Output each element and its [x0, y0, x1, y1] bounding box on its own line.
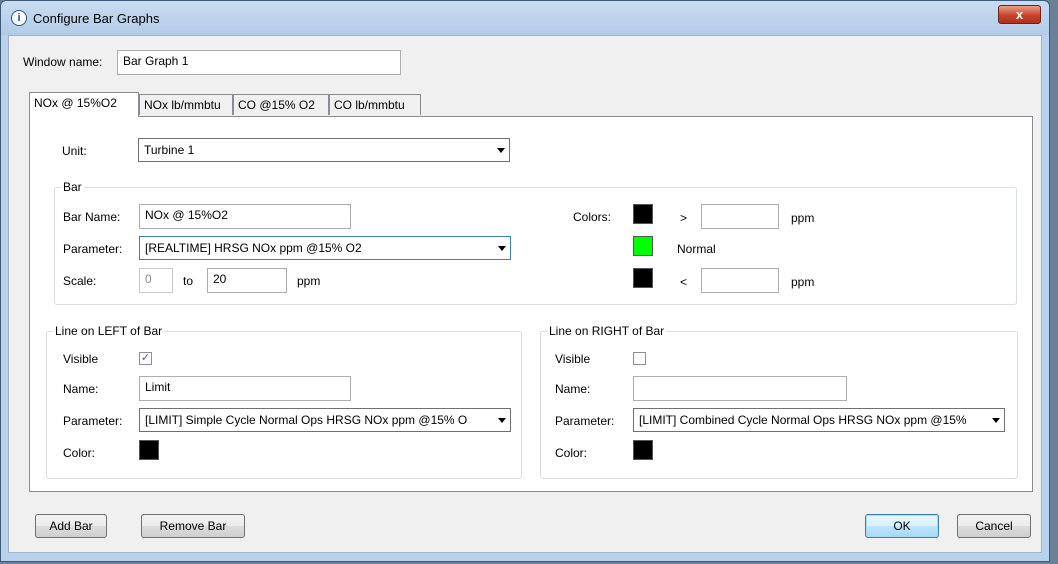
- chevron-down-icon: [498, 418, 506, 423]
- unit-label: Unit:: [62, 144, 87, 158]
- left-visible-label: Visible: [63, 352, 99, 366]
- unit-select[interactable]: Turbine 1: [138, 138, 510, 162]
- title-bar[interactable]: i Configure Bar Graphs x: [1, 1, 1049, 35]
- right-color-label: Color:: [555, 446, 588, 460]
- ok-button[interactable]: OK: [865, 514, 939, 538]
- scale-min-input[interactable]: 0: [139, 268, 173, 293]
- bar-name-input[interactable]: NOx @ 15%O2: [139, 204, 351, 229]
- right-visible-label: Visible: [555, 352, 591, 366]
- left-parameter-select[interactable]: [LIMIT] Simple Cycle Normal Ops HRSG NOx…: [139, 408, 511, 432]
- left-visible-checkbox[interactable]: ✓: [139, 352, 152, 365]
- chevron-down-icon: [497, 148, 505, 153]
- right-visible-checkbox[interactable]: [633, 352, 646, 365]
- right-name-input[interactable]: [633, 376, 847, 401]
- right-name-label: Name:: [555, 382, 591, 396]
- above-unit-label: ppm: [791, 211, 815, 225]
- left-color-label: Color:: [63, 446, 96, 460]
- tab-panel: Unit: Turbine 1 Bar Bar Name: NOx @ 15%O…: [29, 116, 1033, 492]
- right-line-group-title: Line on RIGHT of Bar: [547, 324, 667, 338]
- left-parameter-value: [LIMIT] Simple Cycle Normal Ops HRSG NOx…: [145, 413, 468, 427]
- right-parameter-label: Parameter:: [555, 414, 615, 428]
- right-parameter-value: [LIMIT] Combined Cycle Normal Ops HRSG N…: [639, 413, 967, 427]
- left-line-group-title: Line on LEFT of Bar: [53, 324, 165, 338]
- bar-group: Bar Bar Name: NOx @ 15%O2 Parameter: [RE…: [54, 180, 1017, 305]
- window-name-input[interactable]: Bar Graph 1: [117, 50, 401, 75]
- tab-co-15-o2[interactable]: CO @15% O2: [233, 94, 329, 115]
- bar-group-title: Bar: [61, 180, 84, 194]
- chevron-down-icon: [498, 246, 506, 251]
- tab-nox-lb-mmbtu[interactable]: NOx lb/mmbtu: [139, 94, 233, 115]
- scale-max-input[interactable]: 20: [207, 268, 287, 293]
- configure-bar-graphs-window: i Configure Bar Graphs x Window name: Ba…: [0, 0, 1050, 562]
- app-icon: i: [11, 10, 27, 26]
- right-parameter-select[interactable]: [LIMIT] Combined Cycle Normal Ops HRSG N…: [633, 408, 1005, 432]
- window-name-label: Window name:: [23, 55, 103, 69]
- above-threshold-input[interactable]: [701, 204, 779, 229]
- bar-parameter-select[interactable]: [REALTIME] HRSG NOx ppm @15% O2: [139, 236, 511, 260]
- above-color-swatch[interactable]: [633, 204, 653, 224]
- below-symbol: <: [680, 275, 688, 289]
- right-line-group: Line on RIGHT of Bar Visible Name: Param…: [540, 324, 1018, 479]
- window-title: Configure Bar Graphs: [33, 11, 160, 26]
- below-threshold-input[interactable]: [701, 268, 779, 293]
- unit-select-value: Turbine 1: [144, 143, 195, 157]
- tab-co-lb-mmbtu[interactable]: CO lb/mmbtu: [329, 94, 421, 115]
- scale-unit-label: ppm: [297, 274, 321, 288]
- normal-color-swatch[interactable]: [633, 236, 653, 256]
- scale-label: Scale:: [63, 274, 97, 288]
- remove-bar-button[interactable]: Remove Bar: [141, 514, 245, 538]
- scale-to-label: to: [183, 274, 194, 288]
- below-color-swatch[interactable]: [633, 268, 653, 288]
- left-name-input[interactable]: Limit: [139, 376, 351, 401]
- dialog-client-area: Window name: Bar Graph 1 NOx @ 15%O2 NOx…: [8, 35, 1042, 553]
- bar-parameter-value: [REALTIME] HRSG NOx ppm @15% O2: [145, 241, 362, 255]
- bar-name-label: Bar Name:: [63, 210, 121, 224]
- normal-label: Normal: [677, 242, 716, 256]
- above-symbol: >: [680, 211, 688, 225]
- bar-parameter-label: Parameter:: [63, 242, 123, 256]
- left-line-group: Line on LEFT of Bar Visible ✓ Name: Limi…: [46, 324, 522, 479]
- left-name-label: Name:: [63, 382, 99, 396]
- close-button[interactable]: x: [998, 5, 1041, 24]
- right-color-swatch[interactable]: [633, 440, 653, 460]
- add-bar-button[interactable]: Add Bar: [35, 514, 107, 538]
- chevron-down-icon: [992, 418, 1000, 423]
- cancel-button[interactable]: Cancel: [957, 514, 1031, 538]
- tab-nox-15-o2[interactable]: NOx @ 15%O2: [29, 92, 139, 117]
- left-color-swatch[interactable]: [139, 440, 159, 460]
- colors-label: Colors:: [573, 210, 612, 224]
- left-parameter-label: Parameter:: [63, 414, 123, 428]
- below-unit-label: ppm: [791, 275, 815, 289]
